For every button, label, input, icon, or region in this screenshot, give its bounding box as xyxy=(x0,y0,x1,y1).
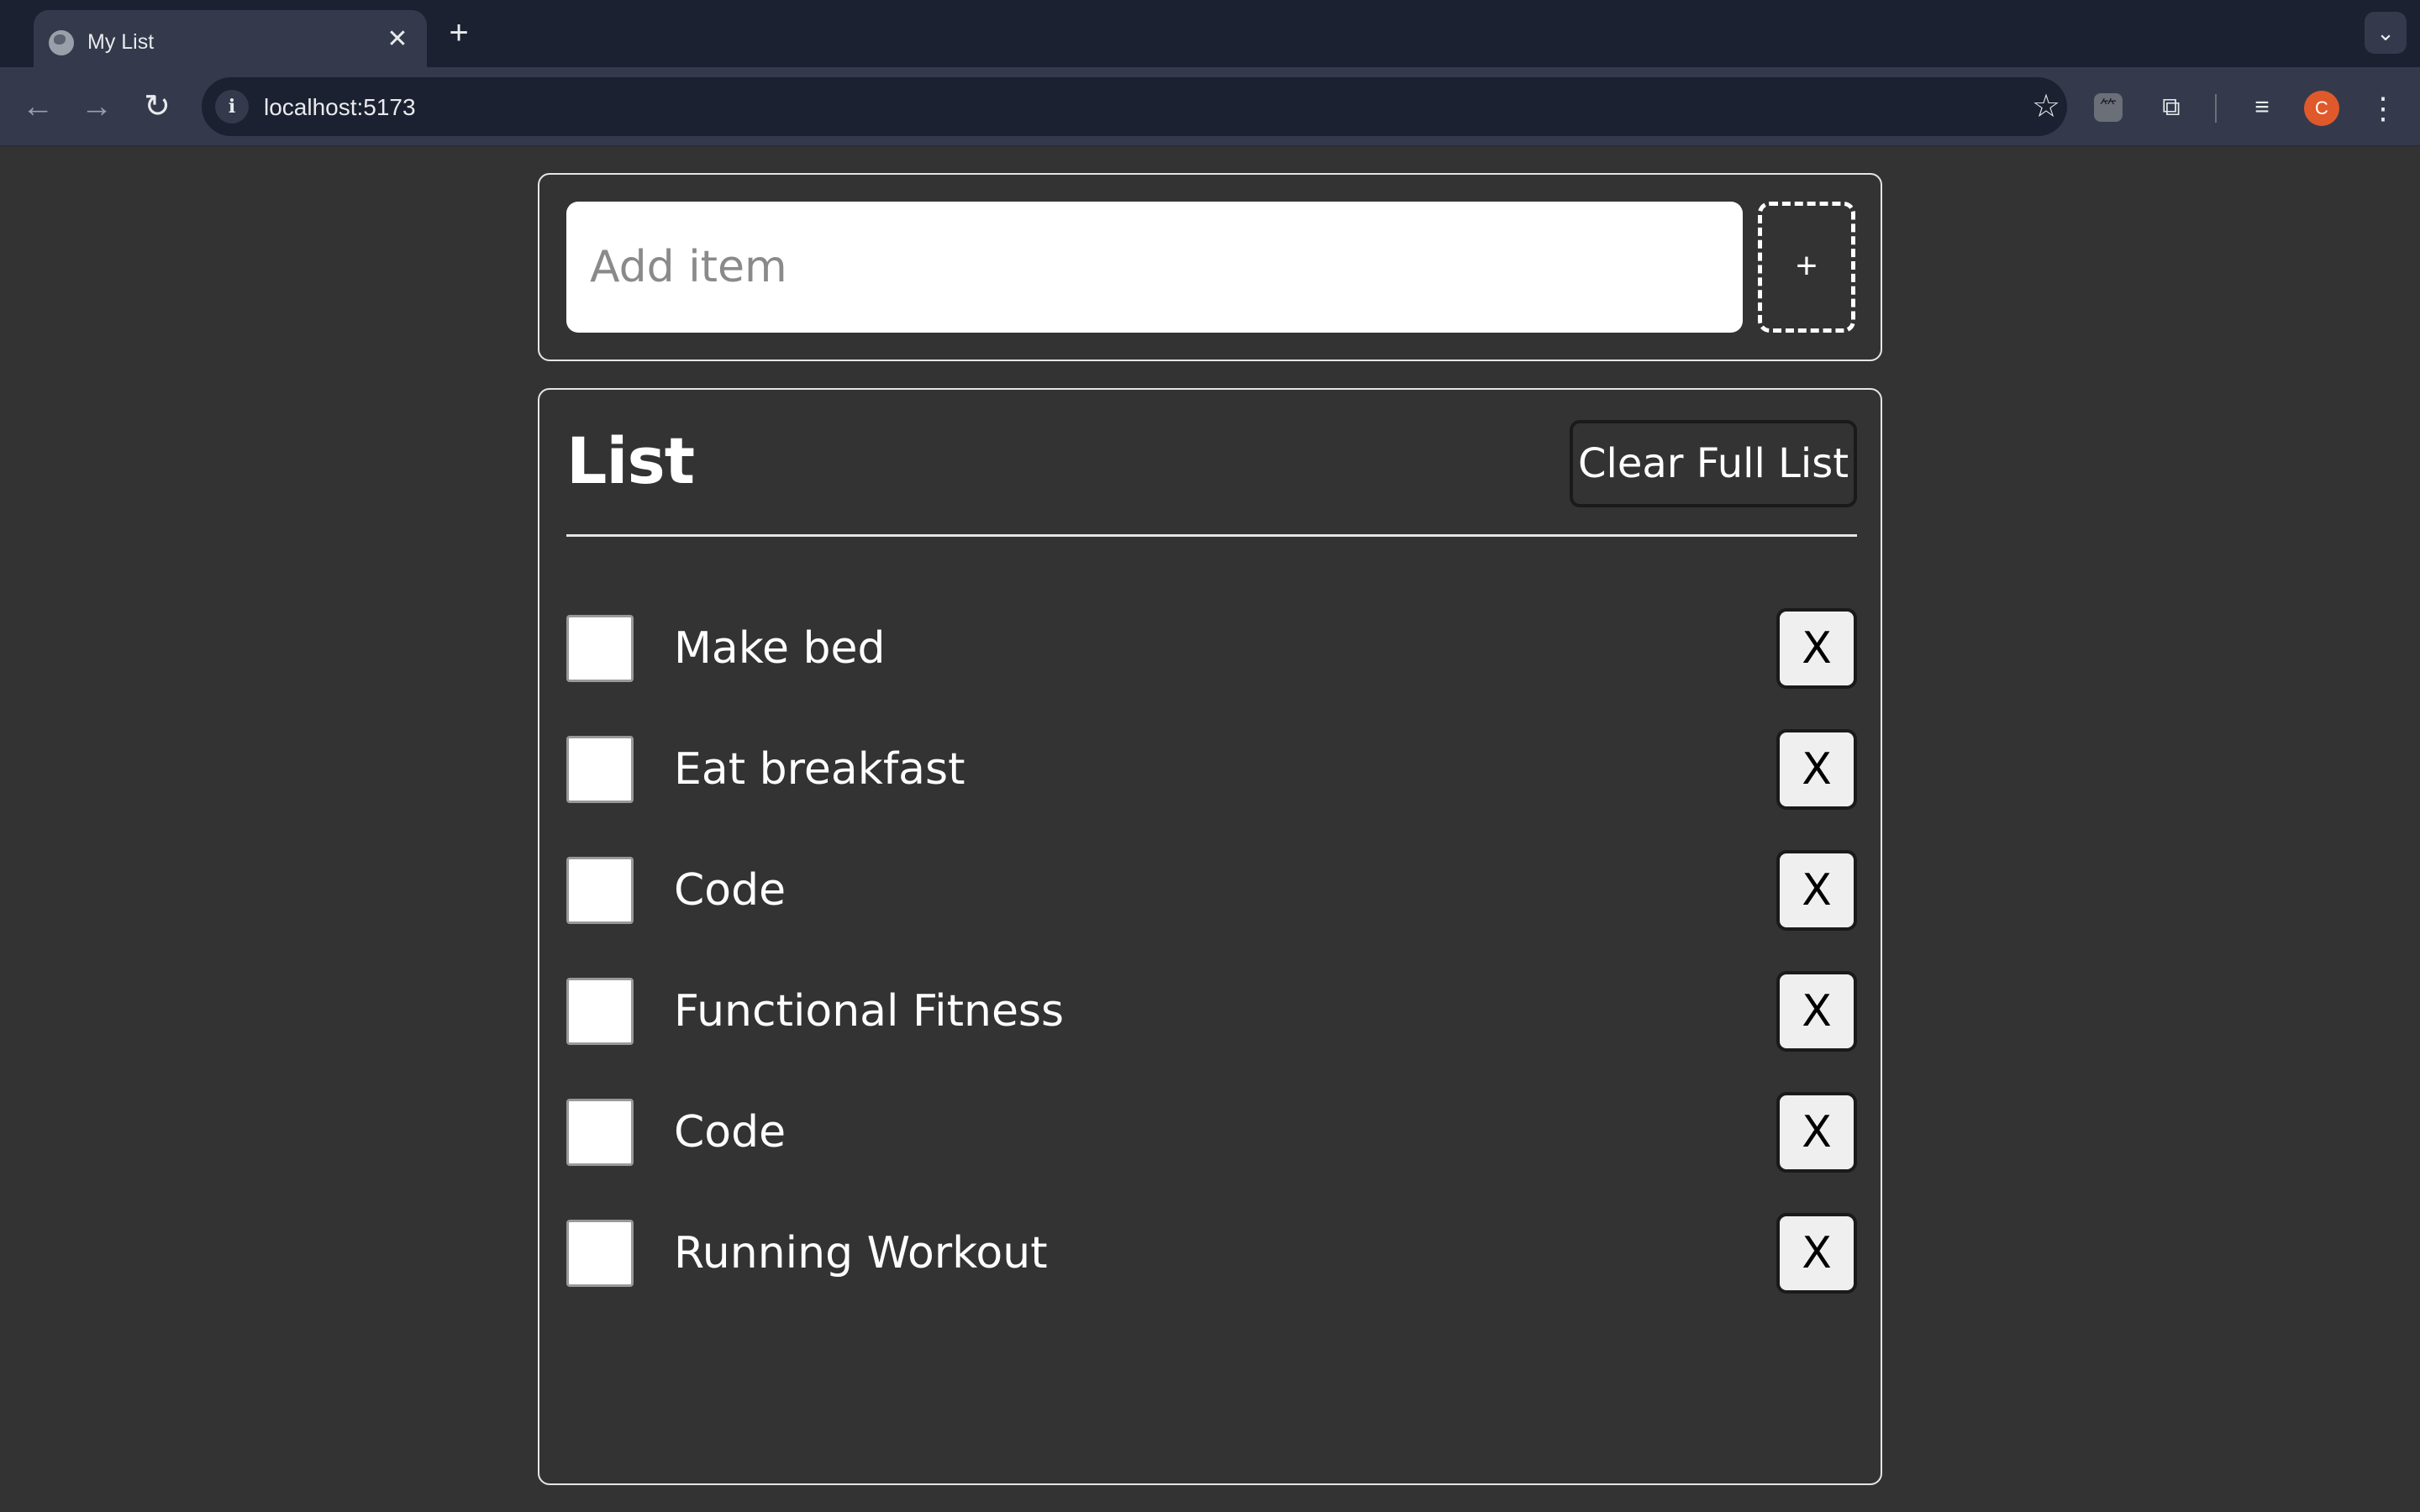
add-item-button[interactable]: + xyxy=(1758,202,1855,333)
page-content: + List Clear Full List Make bed X Eat br… xyxy=(0,146,2420,1512)
list-item: Code X xyxy=(566,1092,1857,1173)
tab-title: My List xyxy=(87,30,155,54)
remove-item-button[interactable]: X xyxy=(1776,1092,1857,1173)
add-item-form: + xyxy=(538,173,1882,361)
address-bar[interactable]: localhost:5173 ☆ xyxy=(202,77,2067,136)
item-label: Running Workout xyxy=(674,1228,1048,1278)
profile-avatar[interactable]: C xyxy=(2304,91,2339,126)
translate-icon[interactable]: ⺮ xyxy=(2094,93,2123,122)
clear-list-button[interactable]: Clear Full List xyxy=(1570,420,1857,507)
list-item: Running Workout X xyxy=(566,1213,1857,1294)
globe-icon xyxy=(49,30,74,55)
add-item-input[interactable] xyxy=(566,202,1743,333)
remove-item-button[interactable]: X xyxy=(1776,729,1857,810)
list-card: List Clear Full List Make bed X Eat brea… xyxy=(538,388,1882,1485)
browser-tab[interactable]: My List ✕ xyxy=(34,10,427,67)
item-checkbox[interactable] xyxy=(566,1220,634,1287)
remove-item-button[interactable]: X xyxy=(1776,608,1857,689)
item-label: Make bed xyxy=(674,623,886,674)
media-control-icon[interactable]: ≡ xyxy=(2244,89,2281,126)
forward-button[interactable]: → xyxy=(76,86,118,128)
back-button[interactable]: ← xyxy=(17,86,59,128)
item-checkbox[interactable] xyxy=(566,1099,634,1166)
list-divider xyxy=(566,534,1857,537)
list-title: List xyxy=(566,423,695,498)
new-tab-button[interactable]: + xyxy=(442,16,476,50)
remove-item-button[interactable]: X xyxy=(1776,971,1857,1052)
list-item: Functional Fitness X xyxy=(566,971,1857,1052)
browser-toolbar: ← → ↻ localhost:5173 ☆ ⺮ ⧉ ≡ C ⋮ xyxy=(0,67,2420,146)
list-item: Code X xyxy=(566,850,1857,931)
list-item: Eat breakfast X xyxy=(566,729,1857,810)
item-label: Code xyxy=(674,1107,786,1158)
close-tab-icon[interactable]: ✕ xyxy=(383,25,412,54)
star-icon[interactable]: ☆ xyxy=(2027,87,2065,126)
item-checkbox[interactable] xyxy=(566,736,634,803)
reload-button[interactable]: ↻ xyxy=(136,86,178,128)
info-icon[interactable] xyxy=(215,90,249,123)
item-label: Eat breakfast xyxy=(674,744,965,795)
item-checkbox[interactable] xyxy=(566,857,634,924)
tab-search-button[interactable]: ⌄ xyxy=(2365,12,2407,54)
url-text[interactable]: localhost:5173 xyxy=(264,94,416,121)
toolbar-divider xyxy=(2215,94,2217,123)
item-label: Code xyxy=(674,865,786,916)
puzzle-icon[interactable]: ⧉ xyxy=(2153,89,2190,126)
item-checkbox[interactable] xyxy=(566,978,634,1045)
remove-item-button[interactable]: X xyxy=(1776,1213,1857,1294)
item-label: Functional Fitness xyxy=(674,986,1065,1037)
browser-tab-bar: My List ✕ + ⌄ xyxy=(0,0,2420,67)
kebab-menu-icon[interactable]: ⋮ xyxy=(2366,89,2400,128)
remove-item-button[interactable]: X xyxy=(1776,850,1857,931)
list-item: Make bed X xyxy=(566,608,1857,689)
item-checkbox[interactable] xyxy=(566,615,634,682)
